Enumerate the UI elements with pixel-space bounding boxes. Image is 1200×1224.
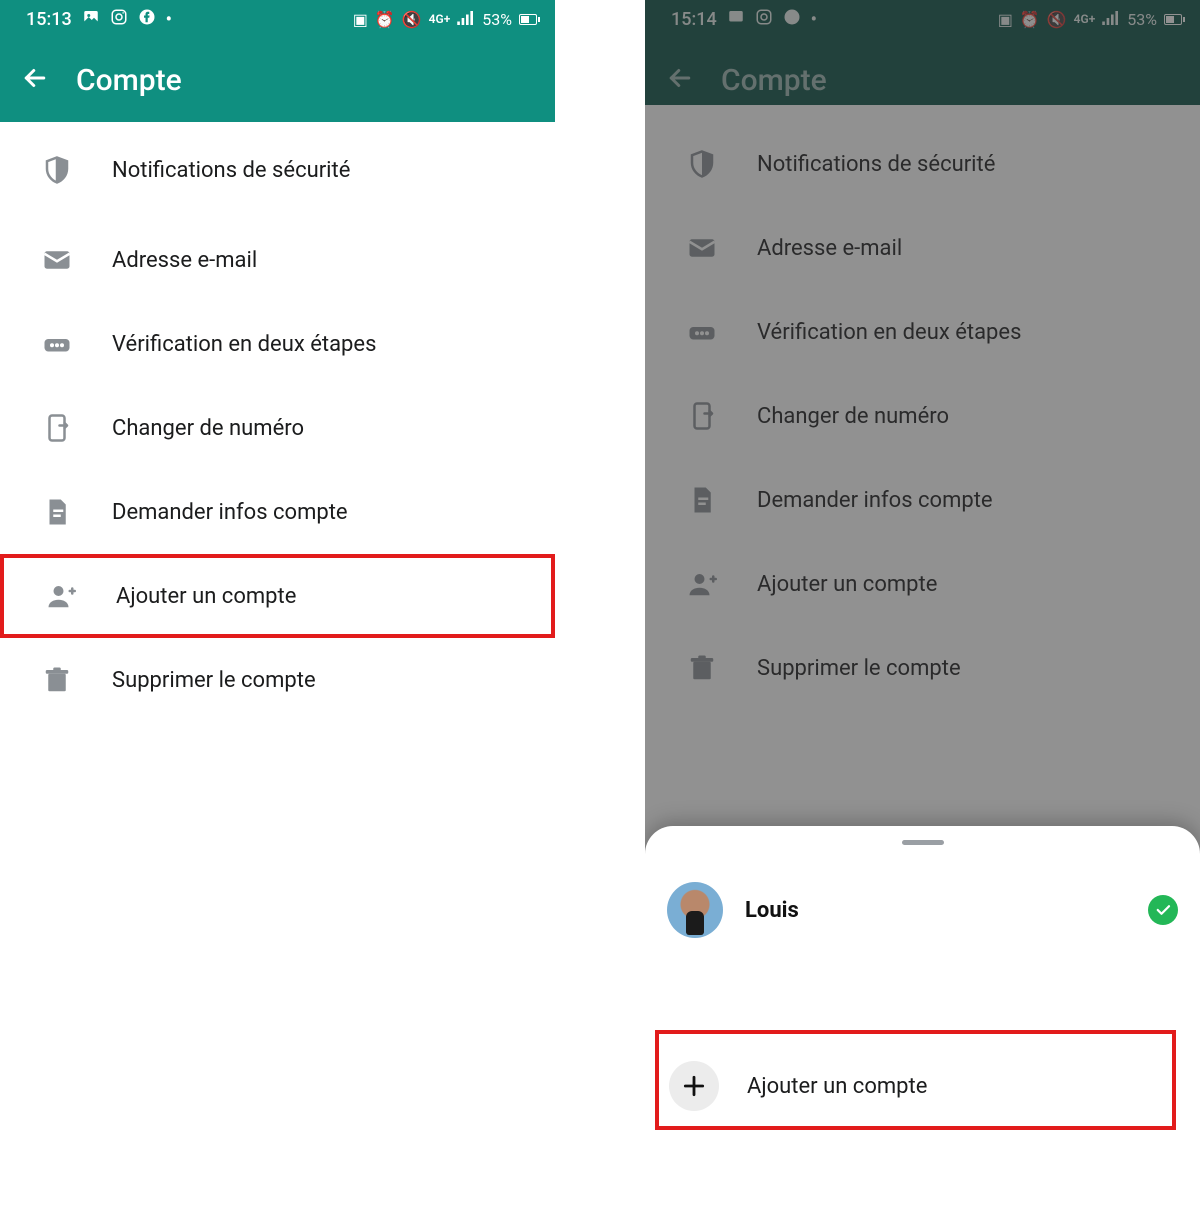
item-label: Demander infos compte: [757, 488, 993, 513]
gallery-icon: [727, 8, 745, 31]
back-arrow-icon[interactable]: [665, 63, 695, 97]
item-two-step[interactable]: Vérification en deux étapes: [0, 302, 555, 386]
item-change-number[interactable]: Changer de numéro: [0, 386, 555, 470]
item-two-step[interactable]: Vérification en deux étapes: [645, 290, 1200, 374]
instagram-icon: [755, 8, 773, 31]
bottom-sheet: Louis Ajouter un compte: [645, 826, 1200, 1224]
app-bar: Compte: [645, 38, 1200, 122]
back-arrow-icon[interactable]: [20, 63, 50, 97]
shield-icon: [40, 153, 74, 187]
plus-icon: [669, 1061, 719, 1111]
item-label: Adresse e-mail: [757, 236, 902, 261]
document-icon: [40, 495, 74, 529]
gallery-icon: [82, 8, 100, 31]
avatar: [667, 882, 723, 938]
alarm-icon: ⏰: [1020, 10, 1040, 29]
page-title: Compte: [721, 63, 827, 98]
phone-swap-icon: [40, 411, 74, 445]
account-row[interactable]: Louis: [645, 869, 1200, 951]
mute-icon: 🔇: [1047, 10, 1067, 29]
document-icon: [685, 483, 719, 517]
signal-icon: [457, 10, 475, 29]
status-time: 15:13: [26, 9, 72, 30]
item-security-notifications[interactable]: Notifications de sécurité: [645, 122, 1200, 206]
header: 15:13 ▣ ⏰ 🔇 4G+ 53%: [0, 0, 555, 122]
signal-icon: [1102, 10, 1120, 29]
item-label: Notifications de sécurité: [112, 158, 350, 183]
item-label: Demander infos compte: [112, 500, 348, 525]
status-bar: 15:14 ▣ ⏰ 🔇 4G+ 53%: [645, 0, 1200, 38]
item-delete-account[interactable]: Supprimer le compte: [645, 626, 1200, 710]
item-security-notifications[interactable]: Notifications de sécurité: [0, 122, 555, 218]
alarm-icon: ⏰: [375, 10, 395, 29]
facebook-icon: [138, 8, 156, 31]
settings-list: Notifications de sécurité Adresse e-mail…: [0, 122, 555, 722]
item-label: Vérification en deux étapes: [757, 320, 1021, 345]
mute-icon: 🔇: [402, 10, 422, 29]
screenshot-right: 15:14 ▣ ⏰ 🔇 4G+ 53%: [645, 0, 1200, 1224]
account-name: Louis: [745, 898, 799, 923]
mail-icon: [40, 243, 74, 277]
network-label: 4G+: [1074, 12, 1096, 26]
item-label: Ajouter un compte: [757, 572, 937, 597]
sheet-add-account[interactable]: Ajouter un compte: [645, 1041, 1200, 1131]
battery-label: 53%: [482, 10, 512, 29]
more-dot-icon: [166, 9, 172, 30]
facebook-icon: [783, 8, 801, 31]
app-bar: Compte: [0, 38, 555, 122]
battery-label: 53%: [1127, 10, 1157, 29]
network-label: 4G+: [429, 12, 451, 26]
instagram-icon: [110, 8, 128, 31]
item-label: Supprimer le compte: [112, 668, 316, 693]
check-icon: [1148, 895, 1178, 925]
trash-icon: [685, 651, 719, 685]
drag-handle[interactable]: [902, 840, 944, 845]
status-bar: 15:13 ▣ ⏰ 🔇 4G+ 53%: [0, 0, 555, 38]
item-add-account[interactable]: Ajouter un compte: [0, 554, 555, 638]
person-add-icon: [685, 567, 719, 601]
item-email[interactable]: Adresse e-mail: [0, 218, 555, 302]
item-request-info[interactable]: Demander infos compte: [645, 458, 1200, 542]
item-label: Supprimer le compte: [757, 656, 961, 681]
phone-swap-icon: [685, 399, 719, 433]
battery-icon: [519, 14, 537, 25]
dots-box-icon: [40, 327, 74, 361]
status-time: 15:14: [671, 9, 717, 30]
dots-box-icon: [685, 315, 719, 349]
more-dot-icon: [811, 9, 817, 30]
trash-icon: [40, 663, 74, 697]
page-title: Compte: [76, 63, 182, 98]
item-label: Changer de numéro: [112, 416, 304, 441]
screenshot-left: 15:13 ▣ ⏰ 🔇 4G+ 53%: [0, 0, 555, 1224]
item-request-info[interactable]: Demander infos compte: [0, 470, 555, 554]
item-label: Vérification en deux étapes: [112, 332, 376, 357]
shield-icon: [685, 147, 719, 181]
item-label: Ajouter un compte: [116, 584, 296, 609]
item-change-number[interactable]: Changer de numéro: [645, 374, 1200, 458]
sheet-add-label: Ajouter un compte: [747, 1074, 927, 1099]
app-update-icon: ▣: [353, 10, 368, 29]
item-label: Changer de numéro: [757, 404, 949, 429]
settings-list: Notifications de sécurité Adresse e-mail…: [645, 122, 1200, 710]
item-label: Adresse e-mail: [112, 248, 257, 273]
mail-icon: [685, 231, 719, 265]
item-delete-account[interactable]: Supprimer le compte: [0, 638, 555, 722]
item-label: Notifications de sécurité: [757, 152, 995, 177]
app-update-icon: ▣: [998, 10, 1013, 29]
item-add-account[interactable]: Ajouter un compte: [645, 542, 1200, 626]
battery-icon: [1164, 14, 1182, 25]
item-email[interactable]: Adresse e-mail: [645, 206, 1200, 290]
person-add-icon: [44, 579, 78, 613]
